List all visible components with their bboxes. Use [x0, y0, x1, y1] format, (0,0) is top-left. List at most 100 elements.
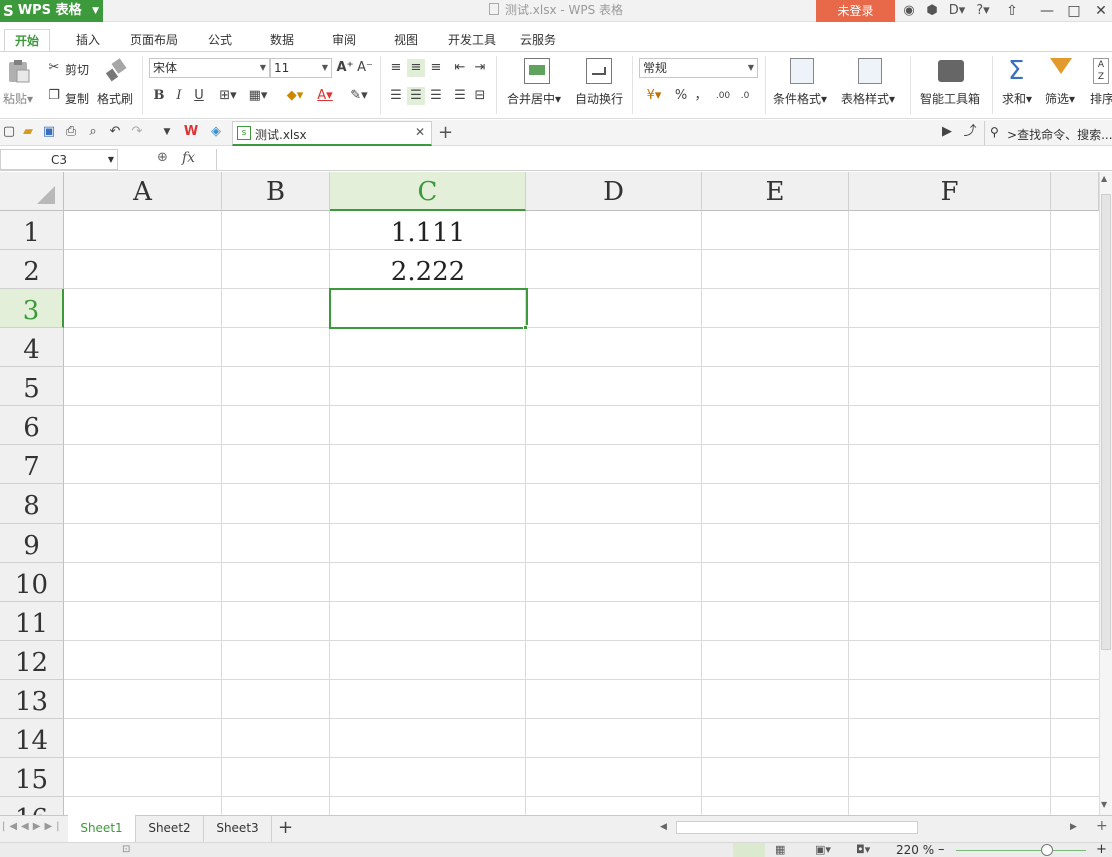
font-color-icon[interactable]: A▾ — [312, 87, 338, 105]
redo-icon[interactable]: ↷ — [128, 123, 146, 141]
fill-handle[interactable] — [523, 325, 528, 330]
percent-button[interactable]: % — [672, 87, 690, 105]
row-header-14[interactable]: 14 — [0, 719, 64, 758]
normal-view-icon[interactable] — [733, 843, 765, 857]
help-icon[interactable]: ?▾ — [972, 3, 994, 19]
fill-color-icon[interactable]: ◆▾ — [282, 87, 308, 105]
print-icon[interactable]: ⎙ — [62, 123, 80, 141]
fx-icon[interactable]: fx — [182, 150, 195, 166]
tab-home[interactable]: 开始 — [4, 29, 50, 51]
align-middle-icon[interactable]: ≡ — [407, 59, 425, 77]
tab-formulas[interactable]: 公式 — [200, 29, 240, 51]
vertical-scrollbar[interactable]: ▲ ▼ — [1099, 172, 1112, 815]
column-header-a[interactable]: A — [64, 172, 222, 211]
increase-decimal-icon[interactable]: .00 — [714, 87, 732, 105]
smart-toolbox-button[interactable]: 智能工具箱 — [920, 90, 980, 107]
zoom-out-button[interactable]: – — [938, 842, 945, 857]
tab-review[interactable]: 审阅 — [324, 29, 364, 51]
sort-button[interactable]: 排序 — [1090, 90, 1112, 107]
row-header-2[interactable]: 2 — [0, 250, 64, 289]
share-icon[interactable]: ⤴ — [961, 123, 979, 141]
paste-button[interactable]: 粘贴▾ — [3, 90, 33, 107]
add-sheet-icon[interactable]: + — [278, 817, 293, 838]
formula-input[interactable] — [216, 149, 1096, 170]
skin-icon[interactable]: ◉ — [901, 3, 917, 19]
restore-ribbon-icon[interactable]: ⇧ — [999, 0, 1025, 22]
search-box[interactable]: ⚲ >查找命令、搜索... — [984, 121, 1112, 145]
increase-font-icon[interactable]: A⁺ — [336, 59, 354, 77]
sum-button[interactable]: 求和▾ — [1002, 90, 1032, 107]
row-header-12[interactable]: 12 — [0, 641, 64, 680]
zoom-slider-track[interactable] — [956, 850, 1086, 851]
number-format-select[interactable]: 常规 ▼ — [639, 58, 758, 78]
undo-icon[interactable]: ↶ — [106, 123, 124, 141]
row-header-16[interactable]: 16 — [0, 797, 64, 815]
merge-center-button[interactable]: 合并居中▾ — [507, 90, 561, 107]
sheet-nav-icons[interactable]: |◀◀▶▶| — [2, 821, 64, 832]
row-header-6[interactable]: 6 — [0, 406, 64, 445]
tab-data[interactable]: 数据 — [262, 29, 302, 51]
document-tab[interactable]: s 测试.xlsx ✕ — [232, 121, 432, 146]
decrease-decimal-icon[interactable]: .0 — [736, 87, 754, 105]
print-preview-icon[interactable]: ⌕ — [84, 123, 102, 141]
row-header-8[interactable]: 8 — [0, 484, 64, 524]
page-break-view-icon[interactable]: ▦ — [775, 843, 785, 856]
customize-dropdown-icon[interactable]: ▼ — [158, 123, 176, 141]
cloud-cube-icon[interactable]: ◈ — [207, 123, 225, 141]
format-painter-button[interactable]: 格式刷 — [97, 90, 133, 107]
column-header-b[interactable]: B — [222, 172, 330, 211]
bold-button[interactable]: B — [150, 87, 168, 105]
zoom-in-button[interactable]: + — [1096, 842, 1107, 857]
selected-cell-c3[interactable] — [329, 288, 528, 329]
paste-icon[interactable] — [6, 58, 32, 84]
zoom-level[interactable]: 220 % — [896, 843, 934, 857]
font-name-select[interactable]: 宋体 ▼ — [149, 58, 270, 78]
tab-developer[interactable]: 开发工具 — [442, 29, 502, 51]
new-file-icon[interactable]: ▢ — [0, 123, 18, 141]
align-top-icon[interactable]: ≡ — [387, 59, 405, 77]
cell-c2[interactable]: 2.222 — [330, 250, 526, 289]
sheet-tab-1[interactable]: Sheet1 — [68, 815, 136, 842]
filter-button[interactable]: 筛选▾ — [1045, 90, 1075, 107]
zoom-formula-icon[interactable]: ⊕ — [157, 150, 168, 165]
wps-docs-icon[interactable]: W — [182, 123, 200, 141]
decrease-font-icon[interactable]: A⁻ — [356, 59, 374, 77]
thousands-separator-button[interactable]: ， — [692, 87, 710, 105]
horizontal-scrollbar[interactable]: ◀ ▶ + — [646, 815, 1112, 842]
zoom-slider-thumb[interactable] — [1041, 844, 1053, 856]
split-icon[interactable]: + — [1096, 818, 1108, 834]
eye-protection-icon[interactable]: ◘▾ — [856, 843, 870, 856]
row-header-11[interactable]: 11 — [0, 602, 64, 641]
column-header-c[interactable]: C — [330, 172, 526, 211]
column-header-d[interactable]: D — [526, 172, 702, 211]
horizontal-scroll-thumb[interactable] — [676, 821, 918, 834]
maximize-button[interactable]: □ — [1061, 0, 1087, 22]
row-header-9[interactable]: 9 — [0, 524, 64, 563]
scroll-up-icon[interactable]: ▲ — [1101, 174, 1107, 183]
minimize-button[interactable]: — — [1034, 0, 1060, 22]
scroll-down-icon[interactable]: ▼ — [1101, 800, 1107, 809]
open-folder-icon[interactable]: ▰ — [19, 123, 37, 141]
currency-icon[interactable]: ¥▾ — [641, 87, 667, 105]
page-layout-view-icon[interactable]: ▣▾ — [815, 843, 831, 856]
close-button[interactable]: ✕ — [1088, 0, 1112, 22]
settings-icon[interactable]: ⬢ — [924, 3, 940, 19]
select-all-corner[interactable] — [0, 172, 64, 211]
name-box[interactable]: C3 ▼ — [0, 149, 118, 170]
justify-icon[interactable]: ☰ — [451, 87, 469, 105]
conditional-format-button[interactable]: 条件格式▾ — [773, 90, 827, 107]
scroll-right-icon[interactable]: ▶ — [1070, 822, 1077, 832]
copy-button[interactable]: 复制 — [65, 90, 89, 107]
save-icon[interactable]: ▣ — [40, 123, 58, 141]
decrease-indent-icon[interactable]: ⇤ — [451, 59, 469, 77]
new-tab-icon[interactable]: + — [438, 122, 453, 143]
clear-format-icon[interactable]: ✎▾ — [346, 87, 372, 105]
underline-button[interactable]: U — [190, 87, 208, 105]
increase-indent-icon[interactable]: ⇥ — [471, 59, 489, 77]
font-size-select[interactable]: 11 ▼ — [270, 58, 332, 78]
wrap-text-button[interactable]: 自动换行 — [575, 90, 623, 107]
app-menu-button[interactable]: S WPS 表格 ▼ — [0, 0, 103, 22]
align-center-icon[interactable]: ☰ — [407, 87, 425, 105]
feedback-icon[interactable]: D▾ — [946, 3, 968, 19]
tab-cloud[interactable]: 云服务 — [514, 29, 562, 51]
